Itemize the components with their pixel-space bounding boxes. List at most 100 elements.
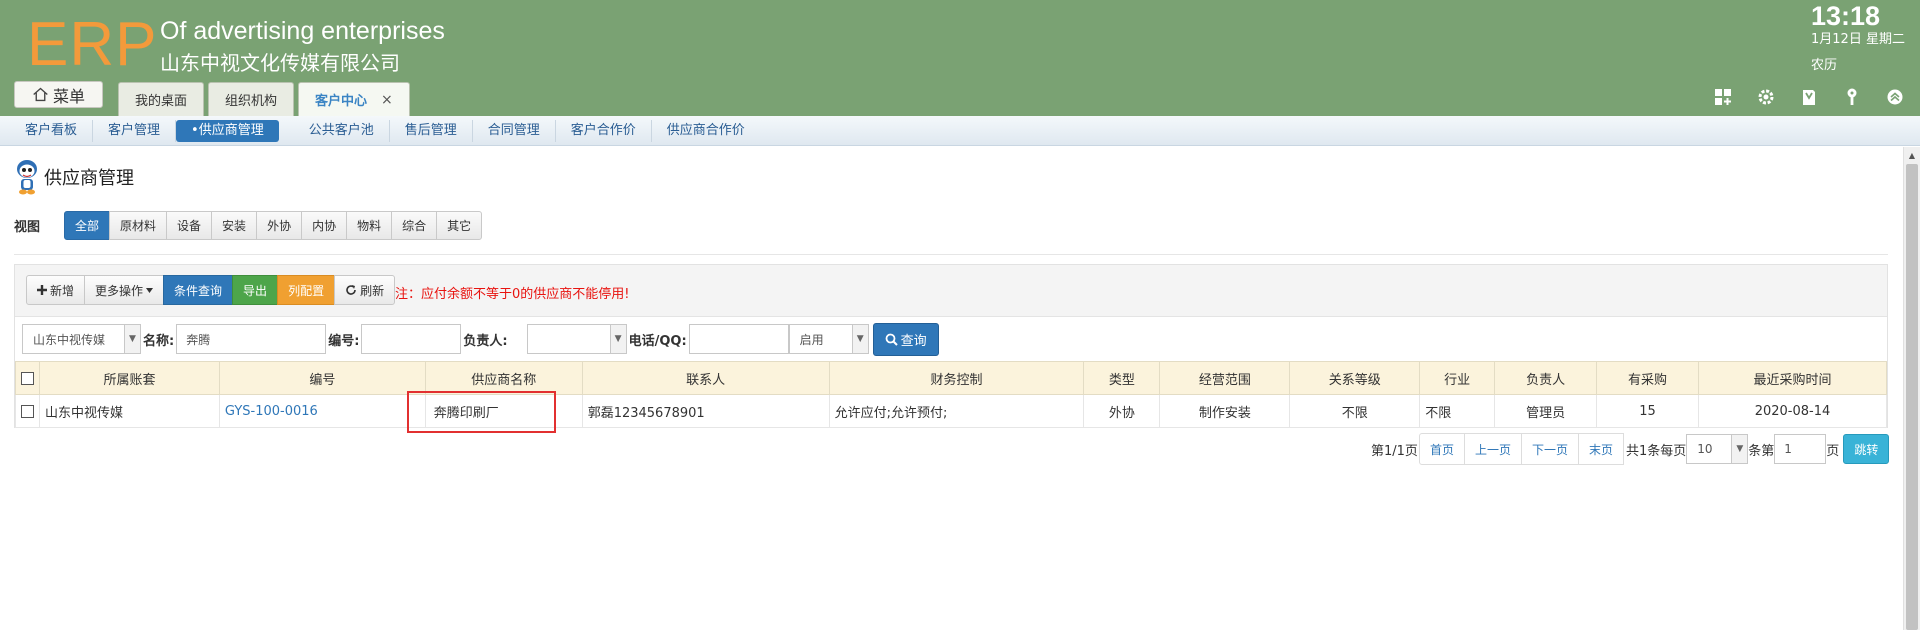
view-general-button[interactable]: 综合 — [391, 211, 438, 240]
subnav-contract-management[interactable]: 合同管理 — [473, 119, 556, 142]
condition-query-button[interactable]: 条件查询 — [163, 275, 234, 305]
view-install-button[interactable]: 安装 — [211, 211, 258, 240]
key-icon[interactable] — [1841, 86, 1863, 108]
company-name-cn: 山东中视文化传媒有限公司 — [160, 51, 400, 75]
subnav-customer-board[interactable]: 客户看板 — [10, 119, 94, 142]
tab-organization[interactable]: 组织机构 — [208, 82, 295, 116]
view-raw-material-button[interactable]: 原材料 — [109, 211, 168, 240]
subnav-public-customer-pool[interactable]: 公共客户池 — [294, 119, 390, 142]
scrollbar-thumb[interactable] — [1906, 164, 1918, 630]
view-all-button[interactable]: 全部 — [64, 211, 111, 240]
page-number-input[interactable]: 1 — [1774, 434, 1827, 464]
cell-contact: 郭磊12345678901 — [581, 394, 830, 428]
col-header-industry[interactable]: 行业 — [1419, 361, 1496, 395]
name-input[interactable]: 奔腾 — [176, 324, 327, 354]
subnav-supplier-management[interactable]: •供应商管理 — [176, 119, 279, 142]
col-header-contact[interactable]: 联系人 — [581, 361, 830, 395]
collapse-up-icon[interactable] — [1884, 86, 1906, 108]
more-actions-button[interactable]: 更多操作 — [84, 275, 165, 305]
code-input[interactable] — [361, 324, 462, 354]
col-header-supplier-name[interactable]: 供应商名称 — [424, 361, 583, 395]
col-header-finance-control[interactable]: 财务控制 — [828, 361, 1085, 395]
tab-label: 组织机构 — [225, 94, 278, 109]
table-row[interactable]: 山东中视传媒 GYS-100-0016 奔腾印刷厂 郭磊12345678901 … — [15, 394, 1887, 428]
toolbar-buttons: 新增 更多操作 条件查询 导出 列配置 刷新 — [26, 275, 396, 305]
phone-input[interactable] — [688, 324, 789, 354]
search-button[interactable]: 查询 — [872, 322, 939, 356]
col-header-business-scope[interactable]: 经营范围 — [1159, 361, 1291, 395]
grid-add-icon[interactable] — [1712, 86, 1734, 108]
vertical-scrollbar[interactable]: ▲ — [1903, 147, 1920, 630]
add-button[interactable]: 新增 — [26, 275, 86, 305]
total-info: 共1条每页 — [1626, 443, 1687, 459]
export-button[interactable]: 导出 — [232, 275, 279, 305]
last-page-button[interactable]: 末页 — [1577, 433, 1624, 465]
refresh-icon — [346, 285, 356, 295]
jump-button[interactable]: 跳转 — [1843, 434, 1890, 464]
tab-my-desktop[interactable]: 我的桌面 — [118, 82, 205, 116]
chevron-down-icon: ▼ — [1731, 435, 1748, 463]
scroll-up-icon[interactable]: ▲ — [1904, 147, 1920, 163]
view-label: 视图 — [14, 220, 41, 235]
page-size-value: 10 — [1697, 442, 1713, 456]
top-header: ERP Of advertising enterprises 山东中视文化传媒有… — [0, 0, 1920, 116]
refresh-button[interactable]: 刷新 — [334, 275, 396, 305]
toolbar: 新增 更多操作 条件查询 导出 列配置 刷新 注：应付余额不等于0的供应商不能停… — [15, 265, 1887, 317]
col-header-account[interactable]: 所属账套 — [39, 361, 220, 395]
chevron-down-icon: ▼ — [609, 325, 626, 353]
annotation-highlight-box — [407, 391, 556, 433]
lunar-calendar-link[interactable]: 农历 — [1811, 57, 1837, 75]
tab-label: 客户中心 — [315, 94, 368, 109]
cell-code-link[interactable]: GYS-100-0016 — [218, 394, 426, 428]
status-select-value: 启用 — [799, 332, 824, 347]
cell-account: 山东中视传媒 — [39, 394, 220, 428]
supplier-table: 所属账套 编号 供应商名称 联系人 财务控制 类型 经营范围 关系等级 行业 负… — [15, 361, 1887, 428]
row-checkbox[interactable] — [21, 404, 34, 418]
col-header-has-purchase[interactable]: 有采购 — [1596, 361, 1700, 395]
column-config-button[interactable]: 列配置 — [277, 275, 336, 305]
subnav-supplier-price[interactable]: 供应商合作价 — [652, 120, 760, 142]
filter-row: 山东中视传媒 ▼ 名称: 奔腾 编号: 负责人: ▼ 电话/QQ: 启用 ▼ 查… — [22, 322, 939, 356]
tab-customer-center[interactable]: 客户中心 × — [298, 82, 410, 116]
owner-select[interactable]: ▼ — [526, 324, 627, 354]
cell-industry: 不限 — [1419, 394, 1496, 428]
col-header-last-purchase[interactable]: 最近采购时间 — [1698, 361, 1887, 395]
subnav-customer-management[interactable]: 客户管理 — [93, 119, 177, 142]
code-label: 编号: — [328, 333, 360, 349]
more-actions-label: 更多操作 — [95, 283, 144, 298]
cell-business-scope: 制作安装 — [1159, 394, 1291, 428]
view-material-button[interactable]: 物料 — [346, 211, 393, 240]
search-button-label: 查询 — [900, 333, 927, 349]
section-divider — [14, 254, 1888, 255]
first-page-button[interactable]: 首页 — [1418, 433, 1465, 465]
subnav-customer-price[interactable]: 客户合作价 — [556, 119, 652, 142]
account-select[interactable]: 山东中视传媒 ▼ — [22, 324, 141, 354]
gear-icon[interactable] — [1755, 86, 1777, 108]
owner-label: 负责人: — [463, 333, 508, 349]
col-header-relation-level[interactable]: 关系等级 — [1289, 361, 1421, 395]
view-internal-button[interactable]: 内协 — [301, 211, 348, 240]
page-title-text: 供应商管理 — [44, 168, 134, 189]
prev-page-button[interactable]: 上一页 — [1463, 433, 1522, 465]
page-info: 第1/1页 — [1371, 443, 1418, 459]
book-icon[interactable] — [1798, 86, 1820, 108]
view-filter-row: 视图 全部 原材料 设备 安装 外协 内协 物料 综合 其它 — [14, 211, 483, 240]
select-all-checkbox[interactable] — [21, 371, 34, 385]
main-menu-button[interactable]: 菜单 — [14, 81, 103, 108]
col-header-owner[interactable]: 负责人 — [1494, 361, 1598, 395]
close-tab-icon[interactable]: × — [381, 92, 393, 108]
clock-date: 1月12日 星期二 — [1811, 32, 1905, 47]
col-header-code[interactable]: 编号 — [218, 361, 426, 395]
select-all-cell — [15, 361, 40, 395]
account-select-value: 山东中视传媒 — [33, 332, 106, 347]
next-page-button[interactable]: 下一页 — [1520, 433, 1579, 465]
search-icon — [885, 333, 898, 346]
pagination: 第1/1页 首页 上一页 下一页 末页 共1条每页 10 ▼ 条第 1 页 跳转 — [1371, 433, 1890, 465]
col-header-type[interactable]: 类型 — [1083, 361, 1161, 395]
view-other-button[interactable]: 其它 — [436, 211, 483, 240]
subnav-after-sales[interactable]: 售后管理 — [390, 119, 473, 142]
status-select[interactable]: 启用 ▼ — [788, 324, 869, 354]
page-size-select[interactable]: 10 ▼ — [1686, 434, 1749, 464]
view-outsource-button[interactable]: 外协 — [256, 211, 303, 240]
view-equipment-button[interactable]: 设备 — [166, 211, 213, 240]
